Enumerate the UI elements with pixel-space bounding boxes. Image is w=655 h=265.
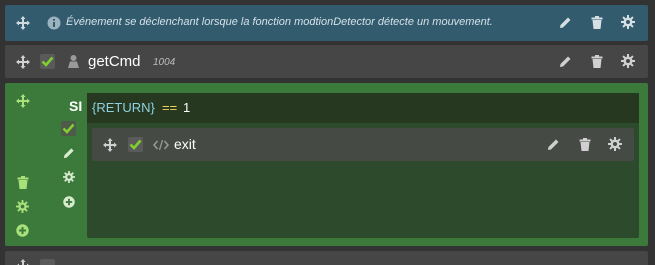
trash-icon[interactable] <box>591 16 603 29</box>
next-command-row <box>5 251 648 265</box>
move-icon[interactable] <box>15 15 31 31</box>
checkmark-icon <box>62 123 75 134</box>
move-icon[interactable] <box>15 54 31 70</box>
enable-checkbox[interactable] <box>40 54 55 69</box>
condition-bar[interactable]: {RETURN} == 1 <box>87 93 639 123</box>
si-content: {RETURN} == 1 exit <box>87 93 639 238</box>
comment-text: Événement se déclenchant lorsque la fonc… <box>66 16 493 28</box>
checkmark-icon <box>41 56 54 67</box>
condition-variable: {RETURN} <box>92 100 155 115</box>
command-id: 1004 <box>153 57 176 68</box>
checkmark-icon <box>129 139 142 150</box>
si-block: SI {RETURN} == 1 exit <box>5 83 648 246</box>
trash-icon[interactable] <box>591 55 603 68</box>
pencil-icon[interactable] <box>559 16 572 29</box>
condition-value: 1 <box>183 100 191 115</box>
add-icon[interactable] <box>63 196 75 208</box>
inner-command-row: exit <box>92 128 634 161</box>
trash-icon[interactable] <box>579 138 591 151</box>
enable-checkbox[interactable] <box>40 259 55 265</box>
gear-icon[interactable] <box>63 171 75 183</box>
condition-operator: == <box>162 100 178 115</box>
move-icon[interactable] <box>15 258 31 265</box>
gear-icon[interactable] <box>608 137 622 151</box>
gear-icon[interactable] <box>16 200 29 213</box>
user-icon <box>68 55 79 68</box>
command-row: getCmd 1004 <box>5 45 648 78</box>
si-label: SI <box>69 98 83 114</box>
code-icon <box>153 139 169 151</box>
comment-row: Événement se déclenchant lorsque la fonc… <box>5 5 648 41</box>
pencil-icon[interactable] <box>63 147 75 159</box>
command-name: getCmd <box>88 53 141 70</box>
inner-enable-checkbox[interactable] <box>128 137 143 152</box>
pencil-icon[interactable] <box>559 55 572 68</box>
move-icon[interactable] <box>15 93 31 109</box>
pencil-icon[interactable] <box>547 138 560 151</box>
add-icon[interactable] <box>16 224 29 237</box>
gear-icon[interactable] <box>621 54 635 68</box>
inner-command-name: exit <box>174 136 196 152</box>
info-icon <box>47 16 61 30</box>
move-icon[interactable] <box>102 137 118 153</box>
si-enable-checkbox[interactable] <box>61 121 76 136</box>
trash-icon[interactable] <box>17 176 29 189</box>
gear-icon[interactable] <box>621 15 635 29</box>
